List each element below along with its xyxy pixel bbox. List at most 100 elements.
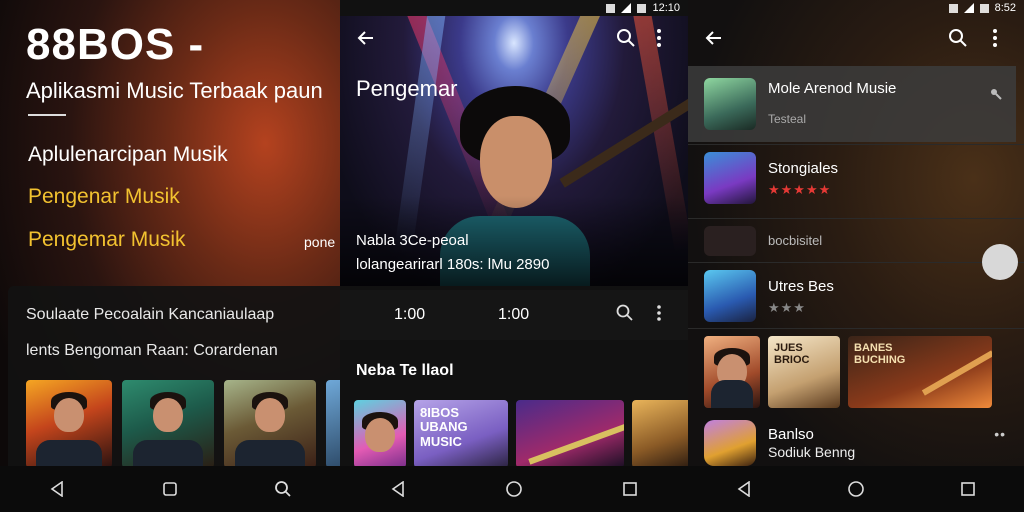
nav-recents-button[interactable] bbox=[948, 469, 988, 509]
search-icon bbox=[275, 481, 291, 497]
nav-back-button[interactable] bbox=[378, 469, 418, 509]
nav-home-button[interactable] bbox=[836, 469, 876, 509]
nav-home-button[interactable] bbox=[494, 469, 534, 509]
avatar bbox=[704, 270, 756, 322]
controls-more-button[interactable] bbox=[656, 304, 662, 322]
status-time: 12:10 bbox=[652, 2, 680, 14]
album-carousel[interactable] bbox=[26, 380, 340, 468]
list-divider bbox=[688, 262, 1024, 263]
album-row[interactable]: 8IBOS UBANG MUSIC bbox=[354, 400, 688, 468]
side-caption: pone bbox=[304, 234, 336, 250]
list-item-title: Utres Bes bbox=[768, 278, 834, 295]
list-item-title: Mole Arenod Musie bbox=[768, 80, 897, 97]
back-button[interactable] bbox=[356, 28, 376, 48]
album-thumbnail[interactable] bbox=[224, 380, 316, 468]
artist-face bbox=[480, 116, 552, 208]
list-item-subtitle: Sodiuk Benng bbox=[768, 444, 856, 460]
signal-icon bbox=[621, 3, 632, 13]
list-divider bbox=[688, 144, 1024, 145]
nav-back-button[interactable] bbox=[724, 469, 764, 509]
arrow-left-icon bbox=[705, 31, 721, 45]
panel-artist: 12:10 Pengemar Nabla 3Ce-peoal lolangear… bbox=[340, 0, 688, 512]
nav-search-button[interactable] bbox=[263, 469, 303, 509]
avatar bbox=[704, 78, 756, 130]
notification-icon bbox=[948, 3, 958, 13]
guitar-neck bbox=[528, 421, 624, 465]
list-item[interactable]: bocbisitel bbox=[688, 224, 1024, 258]
notification-icon bbox=[606, 3, 616, 13]
artist-face bbox=[54, 398, 84, 432]
recommendation-card: Soulaate Pecoalain Kancaniaulaap lents B… bbox=[8, 286, 340, 468]
app-subtitle: Aplikasmi Music Terbaak paun bbox=[26, 78, 323, 103]
album-thumbnail[interactable]: 8IBOS UBANG MUSIC bbox=[414, 400, 508, 468]
nav-recents-button[interactable] bbox=[610, 469, 650, 509]
controls-search-button[interactable] bbox=[616, 304, 634, 322]
more-vertical-icon bbox=[657, 29, 661, 47]
feature-line-2[interactable]: Pengenar Musik bbox=[28, 185, 180, 209]
list-item-title: Banlso bbox=[768, 426, 814, 443]
square-icon bbox=[163, 482, 177, 496]
album-thumbnail[interactable] bbox=[354, 400, 406, 468]
list-item[interactable]: Utres Bes ★★★ bbox=[688, 268, 1024, 324]
circle-icon bbox=[506, 481, 522, 497]
app-title: 88BOS - bbox=[26, 20, 205, 69]
nav-back-button[interactable] bbox=[37, 469, 77, 509]
album-thumbnail-partial[interactable] bbox=[632, 400, 688, 468]
album-thumbnail[interactable] bbox=[26, 380, 112, 468]
feature-line-3[interactable]: Pengemar Musik bbox=[28, 228, 186, 252]
search-button[interactable] bbox=[616, 28, 636, 48]
artist-face bbox=[153, 398, 183, 432]
more-vertical-icon bbox=[657, 305, 661, 321]
card-text-1: Soulaate Pecoalain Kancaniaulaap bbox=[26, 306, 275, 323]
floating-action-button[interactable] bbox=[982, 244, 1018, 280]
artist-face bbox=[255, 398, 285, 432]
album-thumbnail[interactable]: JUES BRIOC bbox=[768, 336, 840, 408]
back-button[interactable] bbox=[704, 28, 724, 48]
list-item[interactable]: Mole Arenod Musie Testeal bbox=[688, 66, 1016, 142]
list-divider bbox=[688, 328, 1024, 329]
battery-icon bbox=[979, 3, 989, 13]
nav-home-button[interactable] bbox=[150, 469, 190, 509]
album-thumbnail[interactable]: BANES BUCHING bbox=[848, 336, 992, 408]
time-total: 1:00 bbox=[498, 306, 530, 323]
status-time: 8:52 bbox=[994, 2, 1016, 14]
avatar bbox=[704, 226, 756, 256]
list-item-title: bocbisitel bbox=[768, 233, 823, 248]
more-options-button[interactable] bbox=[656, 28, 662, 48]
status-bar: 8:52 bbox=[948, 0, 1024, 16]
album-thumbnail[interactable] bbox=[704, 336, 760, 408]
album-thumbnail-partial[interactable] bbox=[326, 380, 340, 468]
system-nav-bar bbox=[688, 466, 1024, 512]
album-cover-text: JUES BRIOC bbox=[774, 342, 810, 367]
back-triangle-icon bbox=[737, 481, 750, 497]
title-divider bbox=[28, 114, 66, 116]
arrow-left-icon bbox=[357, 31, 373, 45]
search-icon bbox=[616, 304, 633, 321]
album-row[interactable]: JUES BRIOC BANES BUCHING bbox=[704, 336, 992, 408]
list-item[interactable]: Banlso Sodiuk Benng •• bbox=[688, 420, 1024, 468]
section-title: Neba Te llaol bbox=[356, 362, 454, 379]
album-thumbnail[interactable] bbox=[122, 380, 214, 468]
hero-title: Pengemar bbox=[356, 76, 458, 101]
avatar bbox=[704, 420, 756, 466]
more-options-button[interactable] bbox=[992, 28, 998, 48]
card-text-2: lents Bengoman Raan: Corardenan bbox=[26, 342, 278, 359]
album-thumbnail[interactable] bbox=[516, 400, 624, 468]
panel-home: 88BOS - Aplikasmi Music Terbaak paun Apl… bbox=[0, 0, 340, 512]
feature-line-1[interactable]: Aplulenarcipan Musik bbox=[28, 143, 228, 167]
search-button[interactable] bbox=[948, 28, 968, 48]
rating-stars: ★★★★★ bbox=[768, 182, 832, 197]
battery-icon bbox=[637, 3, 647, 13]
search-icon bbox=[949, 29, 967, 47]
signal-icon bbox=[963, 3, 974, 13]
square-icon bbox=[623, 482, 637, 496]
list-item[interactable]: Stongiales ★★★★★ bbox=[688, 148, 1024, 216]
key-icon[interactable] bbox=[990, 88, 1002, 100]
status-bar: 12:10 bbox=[606, 0, 688, 16]
list-item-title: Stongiales bbox=[768, 160, 839, 177]
album-cover-text: 8IBOS UBANG MUSIC bbox=[420, 405, 468, 449]
playback-controls: 1:00 1:00 bbox=[340, 290, 688, 340]
key-glyph bbox=[991, 89, 1002, 100]
more-vertical-icon bbox=[993, 29, 997, 47]
more-horizontal-icon[interactable]: •• bbox=[994, 426, 1006, 442]
